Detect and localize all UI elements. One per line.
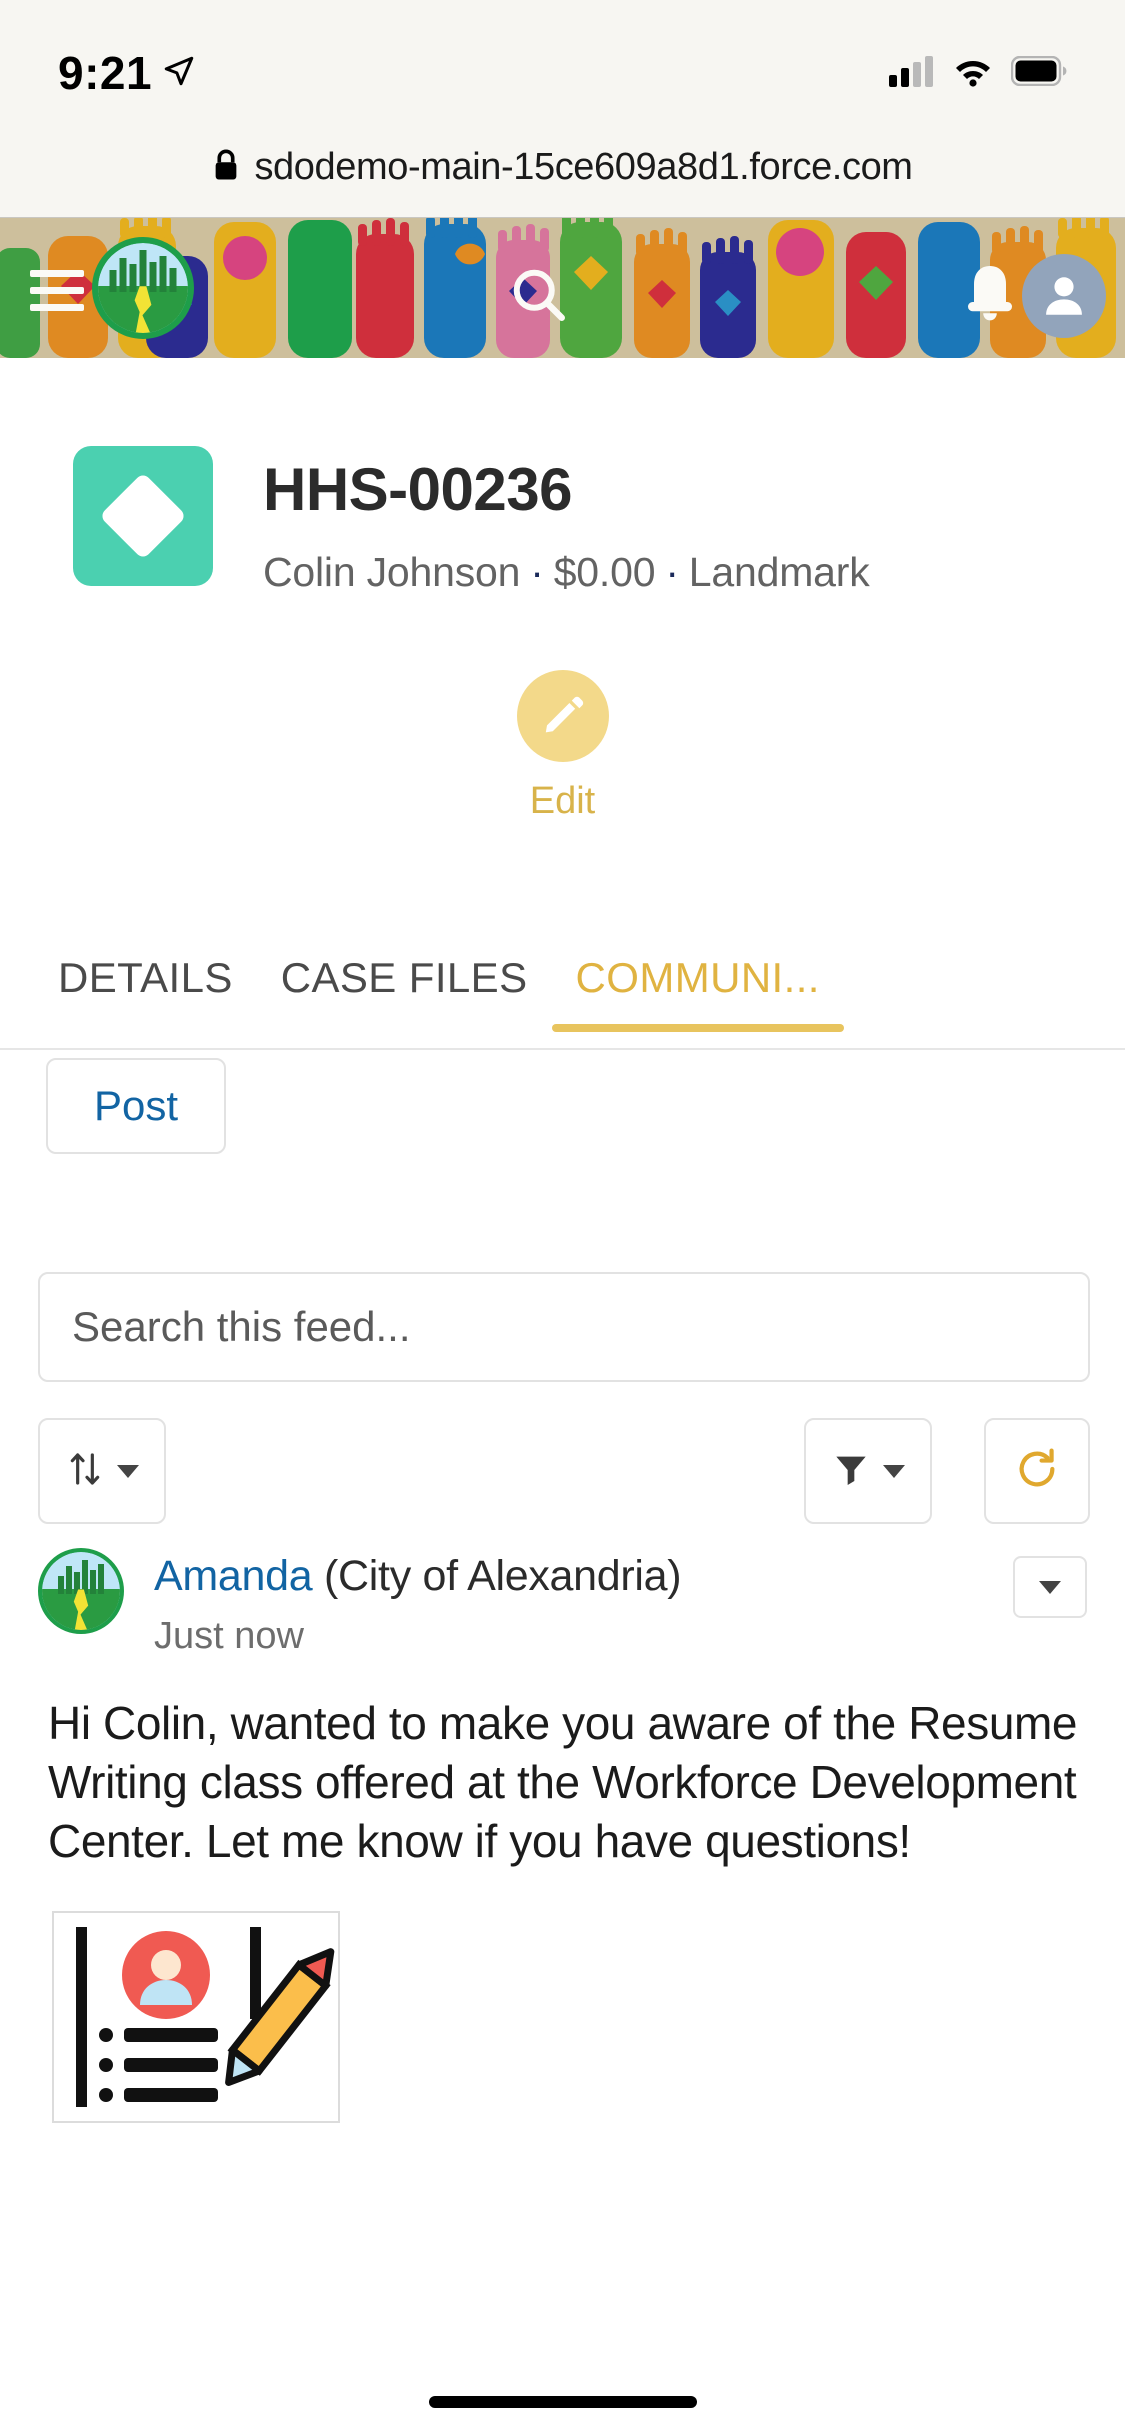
status-bar: 9:21 [0, 0, 1125, 118]
post-header: Amanda (City of Alexandria) Just now [38, 1548, 1087, 1658]
sort-arrows-icon [65, 1449, 105, 1494]
avatar [1022, 254, 1106, 338]
record-header-row: HHS-00236 Colin Johnson · $0.00 · Landmark [0, 446, 1125, 596]
post-timestamp: Just now [154, 1615, 304, 1657]
diamond-icon [73, 446, 213, 586]
feed-toolbar [38, 1418, 1090, 1524]
logo-skyline [109, 249, 177, 292]
logo-graphic [98, 243, 188, 333]
chevron-down-icon [117, 1464, 139, 1478]
post-menu-button[interactable] [1013, 1556, 1087, 1618]
wifi-icon [951, 55, 995, 92]
filter-funnel-icon [831, 1449, 871, 1494]
status-bar-left: 9:21 [58, 46, 196, 100]
emerald-city-avatar[interactable] [38, 1548, 124, 1634]
record-program: Landmark [688, 549, 870, 595]
diamond-shape [99, 472, 187, 560]
cellular-signal-icon [889, 55, 935, 92]
feed-post: Amanda (City of Alexandria) Just now Hi … [0, 1548, 1125, 2123]
post-author-link[interactable]: Amanda [154, 1552, 313, 1600]
lock-icon [212, 148, 240, 187]
post-author-org: (City of Alexandria) [324, 1552, 682, 1600]
bell-icon[interactable] [962, 262, 1018, 326]
browser-url-bar[interactable]: sdodemo-main-15ce609a8d1.force.com [0, 118, 1125, 218]
refresh-icon [1014, 1446, 1060, 1497]
search-icon[interactable] [508, 264, 568, 324]
post-body-text: Hi Colin, wanted to make you aware of th… [48, 1697, 1078, 1867]
sort-button[interactable] [38, 1418, 166, 1524]
record-amount: $0.00 [553, 549, 656, 595]
refresh-button[interactable] [984, 1418, 1090, 1524]
url-text: sdodemo-main-15ce609a8d1.force.com [254, 146, 913, 188]
record-header: HHS-00236 Colin Johnson · $0.00 · Landmark [0, 358, 1125, 596]
emerald-city-logo[interactable] [92, 237, 194, 339]
record-tabs: DETAILS CASE FILES COMMUNI... [0, 940, 1125, 1050]
filter-button[interactable] [804, 1418, 932, 1524]
chevron-down-icon [883, 1464, 905, 1478]
location-arrow-icon [162, 54, 196, 93]
page-title: HHS-00236 [263, 456, 573, 523]
community-banner [0, 218, 1125, 358]
record-header-text: HHS-00236 Colin Johnson · $0.00 · Landmark [213, 446, 870, 596]
mobile-screen: 9:21 sdodemo-main-15ce609a8d1.force.com … [0, 0, 1125, 2436]
subtitle-separator-2: · [665, 549, 679, 595]
chevron-down-icon [1039, 1580, 1061, 1594]
search-feed-input[interactable] [38, 1272, 1090, 1382]
post-avatar-skyline [58, 1560, 104, 1595]
tab-details[interactable]: DETAILS [34, 940, 257, 1032]
tab-community[interactable]: COMMUNI... [551, 940, 845, 1032]
community-nav-icons [0, 218, 1125, 358]
post-avatar-graphic [42, 1552, 120, 1630]
tab-case-files[interactable]: CASE FILES [257, 940, 552, 1032]
publisher-actions: Post [46, 1058, 227, 1154]
subtitle-separator-1: · [530, 549, 544, 595]
post-author-line: Amanda (City of Alexandria) [154, 1552, 682, 1601]
post-meta: Amanda (City of Alexandria) Just now [124, 1548, 682, 1658]
edit-button[interactable] [516, 670, 609, 762]
home-indicator [428, 2396, 697, 2408]
tab-divider [0, 1048, 1125, 1050]
pencil-icon [539, 691, 587, 742]
record-contact: Colin Johnson [263, 549, 521, 595]
battery-full-icon [1010, 55, 1067, 91]
resume-writing-thumbnail[interactable] [52, 1910, 340, 2123]
hamburger-menu-icon[interactable] [30, 270, 84, 312]
user-avatar-icon[interactable] [1022, 254, 1106, 338]
status-bar-clock: 9:21 [58, 47, 153, 99]
status-bar-right [889, 55, 1067, 92]
post-button[interactable]: Post [46, 1058, 227, 1154]
record-actions: Edit [0, 670, 1125, 823]
edit-button-label: Edit [529, 780, 596, 822]
record-subtitle: Colin Johnson · $0.00 · Landmark [263, 549, 870, 596]
